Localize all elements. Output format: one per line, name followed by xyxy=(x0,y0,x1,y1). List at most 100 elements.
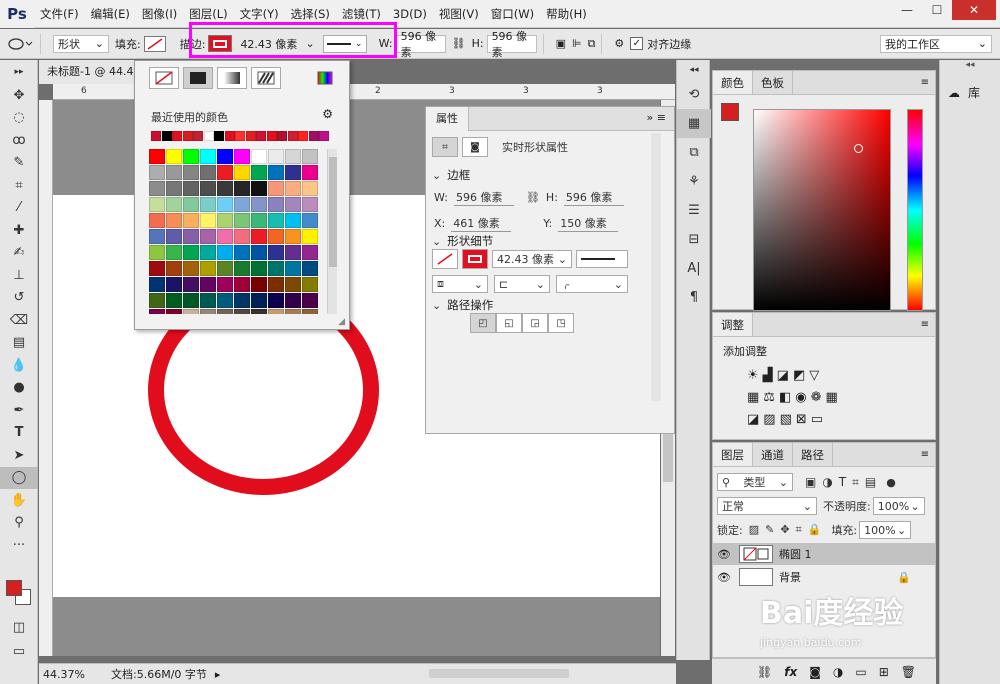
healing-brush-icon[interactable]: ✚ xyxy=(0,219,38,242)
recent-color-swatch[interactable] xyxy=(224,131,235,141)
selective-color-icon[interactable]: ⊠ xyxy=(796,412,811,427)
resize-grip-icon[interactable]: ◢ xyxy=(338,317,345,327)
fill-swatch[interactable] xyxy=(432,249,458,269)
color-swatch[interactable] xyxy=(251,229,267,244)
color-swatch[interactable] xyxy=(285,213,301,228)
color-swatch[interactable] xyxy=(251,309,267,314)
color-field[interactable] xyxy=(753,109,891,311)
pen-tool-icon[interactable]: ✒ xyxy=(0,399,38,422)
eraser-tool-icon[interactable]: ⌫ xyxy=(0,309,38,332)
color-swatch[interactable] xyxy=(183,165,199,180)
pattern-button[interactable] xyxy=(251,67,281,89)
color-swatch[interactable] xyxy=(268,309,284,314)
swatch-scrollbar[interactable] xyxy=(327,149,337,314)
recent-color-swatch[interactable] xyxy=(287,131,298,141)
color-swatch[interactable] xyxy=(183,149,199,164)
blend-mode-select[interactable]: 正常 ⌄ xyxy=(717,497,817,515)
color-swatch[interactable] xyxy=(166,197,182,212)
color-swatch[interactable] xyxy=(234,261,250,276)
screen-mode-icon[interactable]: ▭ xyxy=(0,640,38,663)
stroke-width-select[interactable]: 42.43 像素 ⌄ xyxy=(492,250,572,268)
subtract-shape-icon[interactable]: ◱ xyxy=(496,313,522,333)
workspace-select[interactable]: 我的工作区 ⌄ xyxy=(880,33,992,55)
recent-color-swatch[interactable] xyxy=(214,131,224,141)
new-group-icon[interactable]: ▭ xyxy=(855,665,866,679)
color-swatch[interactable] xyxy=(183,229,199,244)
color-swatch[interactable] xyxy=(268,181,284,196)
zoom-level[interactable]: 44.37% xyxy=(43,668,103,681)
color-swatch[interactable] xyxy=(302,277,318,292)
y-value[interactable]: 150 像素 xyxy=(558,215,619,232)
color-swatch[interactable] xyxy=(302,261,318,276)
lasso-tool-icon[interactable]: ꝏ xyxy=(0,129,38,152)
exposure-icon[interactable]: ◩ xyxy=(793,368,809,383)
color-balance-icon[interactable]: ⚖ xyxy=(763,390,779,405)
color-swatch[interactable] xyxy=(200,309,216,314)
color-swatch[interactable] xyxy=(251,213,267,228)
color-swatch[interactable] xyxy=(149,293,165,308)
scroll-thumb[interactable] xyxy=(329,157,337,267)
dodge-tool-icon[interactable]: ● xyxy=(0,377,38,400)
curves-icon[interactable]: ◪ xyxy=(777,368,793,383)
color-swatch[interactable] xyxy=(217,181,233,196)
recent-color-swatch[interactable] xyxy=(172,131,182,141)
menu-help[interactable]: 帮助(H) xyxy=(540,0,593,28)
color-swatch[interactable] xyxy=(302,293,318,308)
collapse-arrow-icon[interactable]: ⌄ xyxy=(432,235,441,248)
lock-options-icons[interactable]: ▨✎✥⌗🔒 xyxy=(749,523,828,537)
recent-color-swatch[interactable] xyxy=(151,131,161,141)
color-swatch[interactable] xyxy=(268,197,284,212)
foreground-color[interactable] xyxy=(6,580,22,596)
recent-color-swatch[interactable] xyxy=(235,131,245,141)
layer-effects-icon[interactable]: fx xyxy=(784,665,797,679)
combine-shapes-icon[interactable]: ◰ xyxy=(470,313,496,333)
add-mask-icon[interactable]: ◙ xyxy=(809,665,821,679)
layer-row[interactable]: 👁 背景 🔒 xyxy=(713,566,935,588)
recent-color-swatch[interactable] xyxy=(245,131,256,141)
color-swatch[interactable] xyxy=(217,229,233,244)
menu-window[interactable]: 窗口(W) xyxy=(485,0,540,28)
color-swatch[interactable] xyxy=(166,229,182,244)
color-swatch[interactable] xyxy=(285,229,301,244)
path-select-icon[interactable]: ➤ xyxy=(0,444,38,467)
color-swatch[interactable] xyxy=(149,229,165,244)
color-swatch[interactable] xyxy=(183,213,199,228)
color-swatch[interactable] xyxy=(285,293,301,308)
filter-toggle-icon[interactable]: ● xyxy=(886,476,896,489)
invert-icon[interactable]: ◪ xyxy=(747,412,763,427)
channel-mixer-icon[interactable]: ❁ xyxy=(811,390,826,405)
move-tool-icon[interactable]: ✥ xyxy=(0,84,38,107)
color-swatch[interactable] xyxy=(285,149,301,164)
color-swatch[interactable] xyxy=(183,197,199,212)
brush-presets-icon[interactable]: ⚘ xyxy=(677,167,711,196)
height-value[interactable]: 596 像素 xyxy=(563,189,624,206)
color-swatch[interactable] xyxy=(183,309,199,314)
gradient-tool-icon[interactable]: ▤ xyxy=(0,332,38,355)
quick-select-tool-icon[interactable]: ✎ xyxy=(0,152,38,175)
color-swatch[interactable] xyxy=(183,181,199,196)
layer-name[interactable]: 背景 xyxy=(779,569,801,585)
color-swatch[interactable] xyxy=(302,245,318,260)
recent-color-swatch[interactable] xyxy=(193,131,203,141)
color-swatch[interactable] xyxy=(200,213,216,228)
character-icon[interactable]: A| xyxy=(677,254,711,283)
horizontal-scrollbar[interactable] xyxy=(429,669,569,678)
new-adjustment-icon[interactable]: ◑ xyxy=(833,665,843,679)
layer-filter-select[interactable]: ⚲ 类型 ⌄ xyxy=(717,473,793,491)
height-field[interactable]: 596 像素 xyxy=(486,30,537,59)
gradient-map-icon[interactable]: ▭ xyxy=(811,412,827,427)
menu-file[interactable]: 文件(F) xyxy=(34,0,85,28)
color-swatch[interactable] xyxy=(149,277,165,292)
tab-swatches[interactable]: 色板 xyxy=(753,71,793,94)
properties-scrollbar[interactable] xyxy=(651,133,661,401)
properties-icon[interactable]: ▦ xyxy=(677,109,711,138)
color-swatch[interactable] xyxy=(285,165,301,180)
color-cursor[interactable] xyxy=(854,144,863,153)
color-swatch[interactable] xyxy=(268,229,284,244)
tab-properties[interactable]: 属性 xyxy=(426,107,469,131)
tab-paths[interactable]: 路径 xyxy=(793,443,833,466)
color-swatch[interactable] xyxy=(302,149,318,164)
color-swatch[interactable] xyxy=(200,245,216,260)
color-swatch[interactable] xyxy=(251,277,267,292)
recent-color-swatch[interactable] xyxy=(266,131,277,141)
